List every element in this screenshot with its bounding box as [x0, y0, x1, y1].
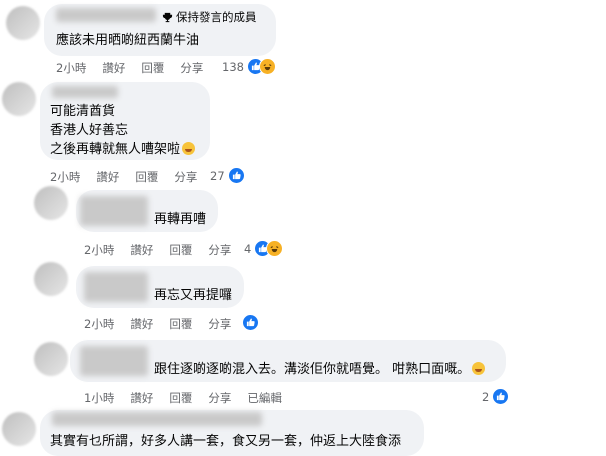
edited-label[interactable]: 已編輯 [247, 390, 282, 406]
share-button[interactable]: 分享 [180, 60, 203, 76]
smile-emoji-icon [472, 362, 486, 375]
reaction-summary[interactable] [242, 314, 259, 331]
timestamp[interactable]: 2小時 [84, 316, 114, 332]
reaction-summary[interactable]: 138 [222, 58, 276, 75]
like-button[interactable]: 讚好 [96, 169, 119, 185]
comment-text: 之後再轉就無人嘈架啦 [50, 140, 196, 159]
comment-text: 其實有乜所謂，好多人講一套，食又另一套，仲返上大陸食添 [50, 434, 402, 449]
comment-text: 跟住逐啲逐啲混入去。溝淡佢你就唔覺。 咁熟口面嘅。 [154, 360, 486, 379]
author-name[interactable] [84, 272, 148, 302]
comment-meta: 2小時 讚好 回覆 分享 [56, 60, 203, 76]
comment-meta: 1小時 讚好 回覆 分享 已編輯 [84, 390, 282, 406]
comment-meta: 2小時 讚好 回覆 分享 [84, 316, 231, 332]
comment-text: 應該未用晒啲紐西蘭牛油 [56, 33, 200, 48]
comment-meta: 2小時 讚好 回覆 分享 [84, 242, 231, 258]
author-name[interactable] [80, 196, 148, 226]
author-name[interactable] [80, 346, 148, 376]
timestamp[interactable]: 2小時 [50, 169, 80, 185]
like-icon [242, 314, 259, 331]
reaction-count: 138 [222, 59, 244, 74]
reply-button[interactable]: 回覆 [141, 60, 164, 76]
like-button[interactable]: 讚好 [130, 242, 153, 258]
avatar[interactable] [6, 6, 40, 40]
reaction-count: 27 [210, 168, 225, 183]
author-name[interactable] [52, 86, 118, 98]
reaction-summary[interactable]: 27 [210, 167, 245, 184]
share-button[interactable]: 分享 [174, 169, 197, 185]
comment-text: 香港人好善忘 [50, 123, 129, 138]
comment-text: 再忘又再提囉 [154, 288, 233, 303]
reply-button[interactable]: 回覆 [169, 390, 192, 406]
avatar[interactable] [2, 412, 36, 446]
avatar[interactable] [2, 82, 36, 116]
like-icon [227, 167, 245, 184]
author-name[interactable] [56, 8, 156, 22]
reaction-summary[interactable]: 2 [482, 388, 510, 405]
reply-button[interactable]: 回覆 [135, 169, 158, 185]
reply-button[interactable]: 回覆 [169, 316, 192, 332]
author-name[interactable] [52, 412, 262, 426]
reaction-summary[interactable]: 4 [244, 240, 284, 257]
like-button[interactable]: 讚好 [130, 316, 153, 332]
comment-text: 可能清酋貨 [50, 104, 116, 119]
timestamp[interactable]: 2小時 [84, 242, 114, 258]
reaction-count: 4 [244, 241, 252, 256]
member-badge: 保持發言的成員 [162, 9, 257, 25]
reaction-count: 2 [482, 389, 490, 404]
share-button[interactable]: 分享 [208, 242, 231, 258]
comment-text-line: 跟住逐啲逐啲混入去。溝淡佢你就唔覺。 咁熟口面嘅。 [154, 362, 471, 377]
like-button[interactable]: 讚好 [130, 390, 153, 406]
haha-icon [266, 240, 284, 257]
avatar[interactable] [34, 262, 68, 296]
timestamp[interactable]: 1小時 [84, 390, 114, 406]
smile-emoji-icon [182, 142, 196, 155]
comment-text: 再轉再嘈 [154, 212, 207, 227]
reply-button[interactable]: 回覆 [169, 242, 192, 258]
avatar[interactable] [34, 342, 68, 376]
share-button[interactable]: 分享 [208, 316, 231, 332]
haha-icon [258, 58, 276, 75]
share-button[interactable]: 分享 [208, 390, 231, 406]
like-button[interactable]: 讚好 [102, 60, 125, 76]
comment-meta: 2小時 讚好 回覆 分享 [50, 169, 197, 185]
avatar[interactable] [34, 186, 68, 220]
timestamp[interactable]: 2小時 [56, 60, 86, 76]
member-badge-label: 保持發言的成員 [176, 10, 257, 24]
trophy-icon [162, 12, 173, 22]
comment-text-line: 之後再轉就無人嘈架啦 [50, 142, 181, 157]
like-icon [492, 388, 510, 405]
